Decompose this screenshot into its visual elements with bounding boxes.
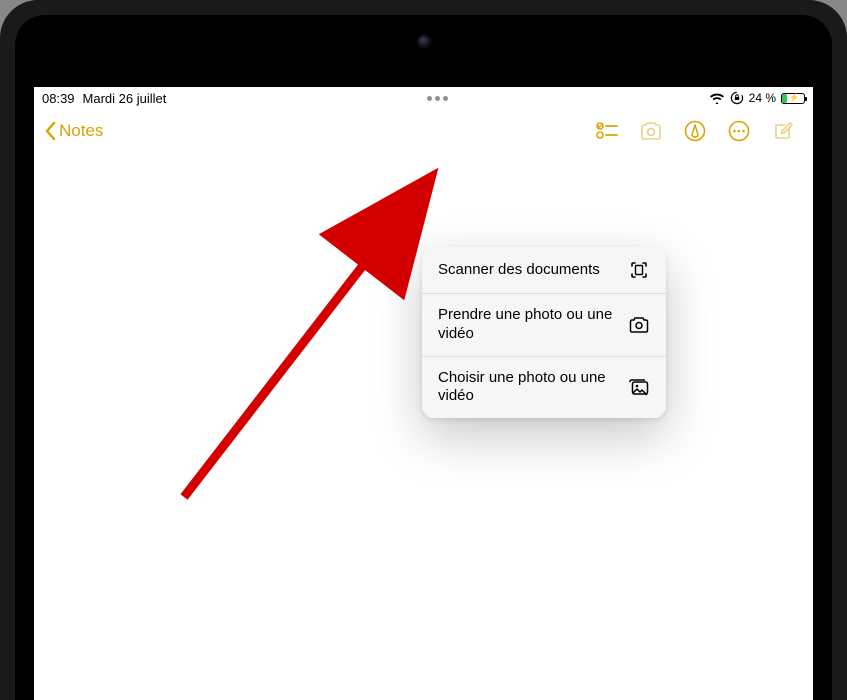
menu-label: Prendre une photo ou une vidéo	[438, 306, 628, 344]
menu-item-choose-photo-video[interactable]: Choisir une photo ou une vidéo	[422, 356, 666, 419]
camera-toolbar-icon[interactable]	[639, 119, 663, 143]
status-date: Mardi 26 juillet	[83, 91, 167, 106]
front-camera	[418, 36, 429, 47]
menu-item-take-photo-video[interactable]: Prendre une photo ou une vidéo	[422, 293, 666, 356]
battery-percent: 24 %	[749, 91, 776, 105]
screen: 08:39 Mardi 26 juillet 24 % ⚡	[34, 87, 813, 700]
menu-item-scan-documents[interactable]: Scanner des documents	[422, 247, 666, 293]
markup-icon[interactable]	[683, 119, 707, 143]
scan-icon	[628, 259, 650, 281]
back-label: Notes	[59, 121, 103, 141]
back-button[interactable]: Notes	[44, 121, 103, 141]
annotation-arrow	[164, 167, 454, 507]
checklist-icon[interactable]	[595, 119, 619, 143]
status-bar: 08:39 Mardi 26 juillet 24 % ⚡	[34, 87, 813, 109]
nav-bar: Notes	[34, 109, 813, 153]
status-time: 08:39	[42, 91, 75, 106]
wifi-icon	[709, 92, 725, 104]
gallery-icon	[628, 376, 650, 398]
chevron-left-icon	[44, 121, 56, 141]
compose-icon[interactable]	[771, 119, 795, 143]
menu-label: Choisir une photo ou une vidéo	[438, 369, 628, 407]
multitask-dots[interactable]	[166, 96, 708, 101]
battery-icon: ⚡	[781, 93, 805, 104]
camera-menu-popover: Scanner des documents Prendre une photo …	[422, 247, 666, 418]
camera-icon	[628, 314, 650, 336]
more-icon[interactable]	[727, 119, 751, 143]
device-frame: 08:39 Mardi 26 juillet 24 % ⚡	[0, 0, 847, 700]
menu-label: Scanner des documents	[438, 261, 628, 280]
orientation-lock-icon	[730, 91, 744, 105]
charging-icon: ⚡	[789, 94, 799, 102]
